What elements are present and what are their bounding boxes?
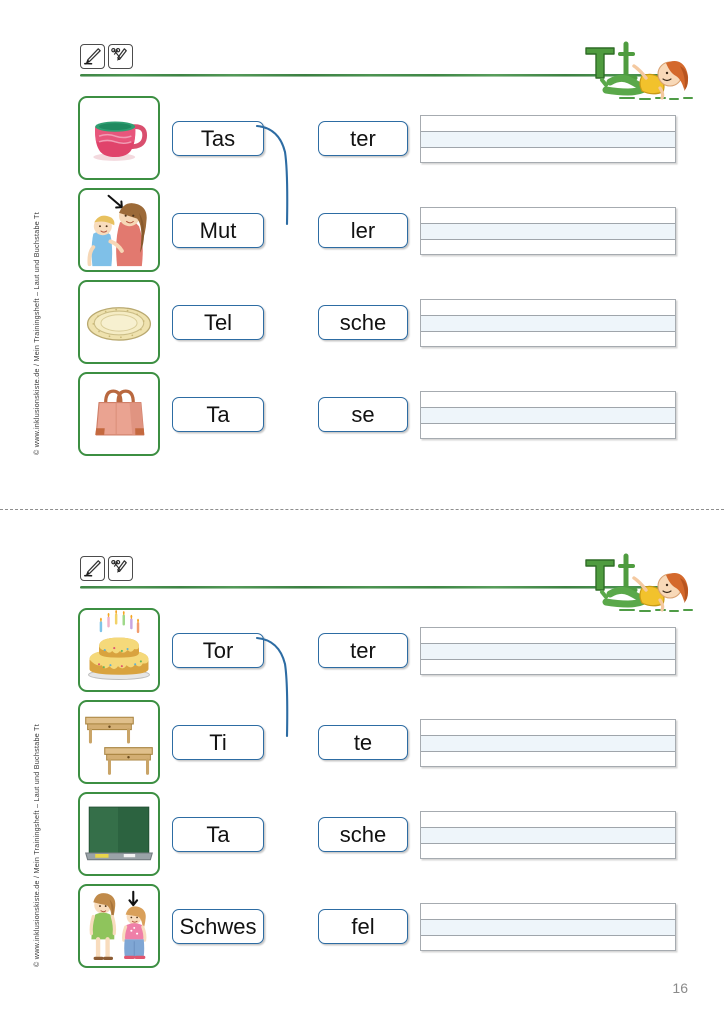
syllable-box-right[interactable]: se — [318, 397, 408, 432]
writing-band — [421, 131, 675, 148]
syllable-box-left[interactable]: Tel — [172, 305, 264, 340]
writing-lines[interactable] — [420, 627, 676, 675]
worksheet-section-2: © www.inklusionskiste.de / Mein Training… — [0, 512, 724, 1012]
picture-card-handbag — [78, 372, 160, 456]
girl-with-letters-illustration — [568, 38, 700, 104]
exercise-row: Mut ler — [0, 188, 724, 280]
syllable-box-left[interactable]: Ta — [172, 817, 264, 852]
writing-band — [421, 643, 675, 660]
syllable-box-left[interactable]: Tas — [172, 121, 264, 156]
writing-lines[interactable] — [420, 811, 676, 859]
page-number: 16 — [672, 980, 688, 996]
syllable-box-left[interactable]: Schwes — [172, 909, 264, 944]
scissors-pencil-icon[interactable] — [108, 556, 133, 581]
picture-card-birthday-cake — [78, 608, 160, 692]
exercise-row: Tas ter — [0, 96, 724, 226]
writing-lines[interactable] — [420, 115, 676, 163]
picture-card-two-sisters — [78, 884, 160, 968]
pencil-icon[interactable] — [80, 556, 105, 581]
scissors-pencil-icon[interactable] — [108, 44, 133, 69]
girl-with-letters-illustration — [568, 550, 700, 616]
exercise-row: Ta sche — [0, 792, 724, 884]
section-header — [0, 30, 724, 100]
syllable-box-right[interactable]: ter — [318, 121, 408, 156]
exercise-row: Ta se — [0, 372, 724, 464]
picture-card-plate — [78, 280, 160, 364]
writing-band — [421, 735, 675, 752]
exercise-rows: Tor ter Ti te Ta sche Schwes fel — [0, 608, 724, 976]
writing-lines[interactable] — [420, 299, 676, 347]
writing-lines[interactable] — [420, 719, 676, 767]
syllable-box-left[interactable]: Tor — [172, 633, 264, 668]
writing-band — [421, 919, 675, 936]
picture-card-tables — [78, 700, 160, 784]
writing-band — [421, 407, 675, 424]
syllable-box-right[interactable]: te — [318, 725, 408, 760]
worksheet-section-1: © www.inklusionskiste.de / Mein Training… — [0, 0, 724, 500]
writing-lines[interactable] — [420, 207, 676, 255]
pencil-icon[interactable] — [80, 44, 105, 69]
worksheet-page: © www.inklusionskiste.de / Mein Training… — [0, 0, 724, 1024]
writing-band — [421, 827, 675, 844]
exercise-row: Ti te — [0, 700, 724, 792]
picture-card-cup — [78, 96, 160, 180]
syllable-box-right[interactable]: fel — [318, 909, 408, 944]
exercise-row: Tor ter — [0, 608, 724, 738]
cut-line — [0, 509, 724, 510]
syllable-box-right[interactable]: sche — [318, 305, 408, 340]
writing-lines[interactable] — [420, 903, 676, 951]
syllable-box-right[interactable]: ter — [318, 633, 408, 668]
exercise-row: Schwes fel — [0, 884, 724, 976]
writing-band — [421, 315, 675, 332]
syllable-box-left[interactable]: Ti — [172, 725, 264, 760]
syllable-box-right[interactable]: ler — [318, 213, 408, 248]
syllable-box-left[interactable]: Ta — [172, 397, 264, 432]
writing-lines[interactable] — [420, 391, 676, 439]
syllable-box-right[interactable]: sche — [318, 817, 408, 852]
picture-card-mother-with-child — [78, 188, 160, 272]
syllable-box-left[interactable]: Mut — [172, 213, 264, 248]
exercise-row: Tel sche — [0, 280, 724, 372]
writing-band — [421, 223, 675, 240]
picture-card-chalkboard — [78, 792, 160, 876]
exercise-rows: Tas ter Mut ler Tel sche Ta se — [0, 96, 724, 464]
section-header — [0, 542, 724, 612]
